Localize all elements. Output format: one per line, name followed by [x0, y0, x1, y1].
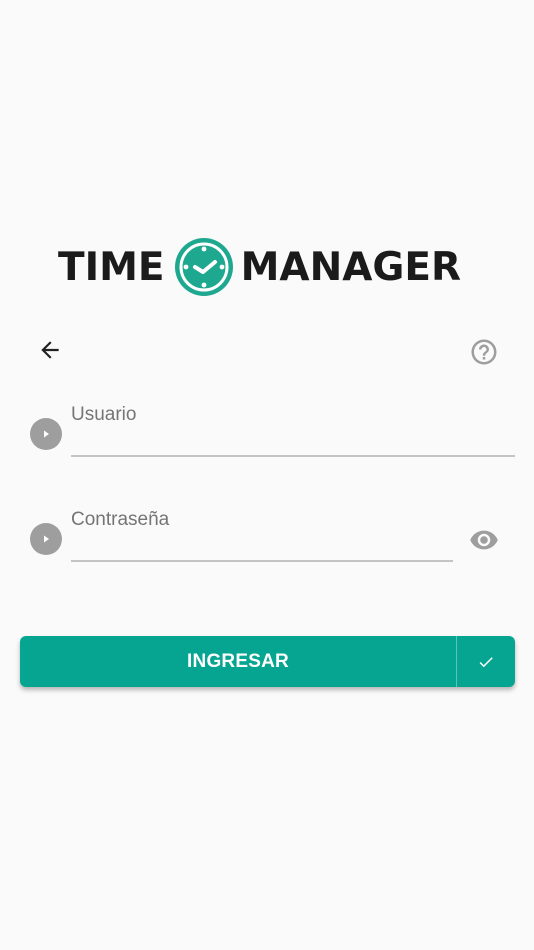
logo-word-time: TIME	[58, 244, 165, 290]
password-input[interactable]	[71, 539, 453, 559]
password-field[interactable]: Contraseña	[71, 505, 453, 562]
username-input[interactable]	[71, 434, 515, 454]
login-button[interactable]: INGRESAR	[20, 636, 515, 687]
login-screen: TIME MANAGER Usuario Contraseña INGRESAR	[0, 0, 534, 950]
help-circle-icon	[471, 339, 497, 365]
play-circle-icon	[44, 535, 49, 543]
login-button-check	[457, 636, 515, 687]
toggle-password-visibility-button[interactable]	[462, 518, 506, 562]
arrow-back-icon	[41, 341, 59, 359]
username-field[interactable]: Usuario	[71, 400, 515, 457]
password-underline	[71, 560, 453, 562]
username-underline	[71, 455, 515, 457]
play-circle-icon	[44, 430, 49, 438]
eye-icon	[470, 530, 498, 550]
check-icon	[479, 656, 493, 667]
back-button[interactable]	[30, 330, 70, 370]
logo-word-manager: MANAGER	[240, 244, 462, 290]
username-label: Usuario	[71, 404, 137, 425]
help-button[interactable]	[462, 330, 506, 374]
password-bullet	[30, 523, 62, 555]
password-label: Contraseña	[71, 509, 170, 530]
clock-icon	[174, 238, 233, 296]
username-bullet	[30, 418, 62, 450]
app-logo: TIME MANAGER	[58, 236, 478, 298]
login-button-label: INGRESAR	[187, 650, 289, 672]
